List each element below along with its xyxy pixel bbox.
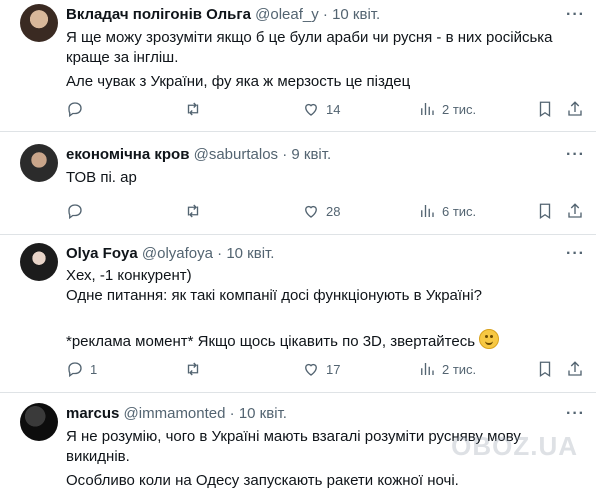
reply-icon <box>68 204 82 220</box>
tweet-line <box>66 306 576 326</box>
share-button[interactable] <box>566 98 584 120</box>
bookmark-button[interactable] <box>536 98 554 120</box>
tweet-line: ТОВ пі. ар <box>66 169 137 186</box>
tweet-line: *реклама момент* Якщо щось цікавить по 3… <box>66 333 476 350</box>
tweet-date[interactable]: 10 квіт. <box>226 245 274 262</box>
views-count: 2 тис. <box>442 361 477 377</box>
like-icon <box>305 205 317 218</box>
tweet-line: Я ще можу зрозуміти якщо б це були араби… <box>66 29 553 46</box>
bookmark-icon <box>539 101 551 118</box>
like-count: 14 <box>326 101 341 117</box>
more-icon[interactable]: ··· <box>566 147 584 163</box>
more-icon[interactable]: ··· <box>566 7 584 23</box>
retweet-icon <box>187 362 199 376</box>
author-name[interactable]: Olya Foya <box>66 245 138 262</box>
views-count: 2 тис. <box>442 101 477 117</box>
retweet-button[interactable] <box>184 358 208 380</box>
like-button[interactable]: 17 <box>302 358 340 380</box>
tweet[interactable]: економічна кров @saburtalos · 9 квіт. ··… <box>0 132 596 232</box>
watermark: OBOZ.UA <box>451 431 578 461</box>
reply-button[interactable]: 1 <box>66 358 97 380</box>
retweet-button[interactable] <box>184 98 208 120</box>
tweet-actions: 14 2 тис. <box>66 98 586 120</box>
like-button[interactable]: 14 <box>302 98 340 120</box>
views-button[interactable]: 6 тис. <box>418 200 476 222</box>
views-icon <box>421 103 434 115</box>
avatar[interactable] <box>20 243 58 281</box>
reply-button[interactable] <box>66 200 90 222</box>
bookmark-button[interactable] <box>536 200 554 222</box>
like-icon <box>305 363 317 376</box>
like-button[interactable]: 28 <box>302 200 340 222</box>
bookmark-icon <box>539 361 551 378</box>
tweet-line: Особливо коли на Одесу запускають ракети… <box>66 472 459 489</box>
bookmark-button[interactable] <box>536 358 554 380</box>
author-handle[interactable]: @oleaf_y <box>255 6 319 23</box>
views-count: 6 тис. <box>442 203 477 219</box>
tweet-line: краще за інгліш. <box>66 49 179 66</box>
views-button[interactable]: 2 тис. <box>418 358 476 380</box>
separator-dot: · <box>217 245 223 262</box>
author-name[interactable]: marcus <box>66 405 119 422</box>
views-icon <box>421 363 434 375</box>
reply-icon <box>68 362 82 378</box>
tweet-line: Одне питання: як такі компанії досі функ… <box>66 287 483 304</box>
share-button[interactable] <box>566 200 584 222</box>
author-name[interactable]: економічна кров <box>66 146 189 163</box>
tweet-line: Хех, -1 конкурент) <box>66 267 192 284</box>
more-icon[interactable]: ··· <box>566 406 584 422</box>
tweet[interactable]: Вкладач полігонів Ольга @oleaf_y · 10 кв… <box>0 0 596 125</box>
tweet-text: Я ще можу зрозуміти якщо б це були араби… <box>66 28 576 92</box>
like-icon <box>305 103 317 116</box>
tweet-date[interactable]: 10 квіт. <box>332 6 380 23</box>
like-count: 17 <box>326 361 341 377</box>
share-button[interactable] <box>566 358 584 380</box>
tweet-actions: 28 6 тис. <box>66 200 586 222</box>
reply-icon <box>68 102 82 118</box>
tweet-line-with-emoji: *реклама момент* Якщо щось цікавить по 3… <box>66 329 576 352</box>
tweet-date[interactable]: 10 квіт. <box>239 405 287 422</box>
reply-button[interactable] <box>66 98 90 120</box>
author-handle[interactable]: @immamonted <box>124 405 226 422</box>
avatar[interactable] <box>20 4 58 42</box>
tweet-actions: 1 17 2 тис. <box>66 358 586 380</box>
retweet-button[interactable] <box>184 200 208 222</box>
tweet-text: ТОВ пі. ар <box>66 168 576 188</box>
more-icon[interactable]: ··· <box>566 246 584 262</box>
tweet-text: Хех, -1 конкурент) Одне питання: як такі… <box>66 266 576 352</box>
reply-count: 1 <box>90 361 98 377</box>
avatar[interactable] <box>20 403 58 441</box>
share-icon <box>568 361 582 376</box>
author-name[interactable]: Вкладач полігонів Ольга <box>66 6 251 23</box>
author-handle[interactable]: @olyafoya <box>142 245 213 262</box>
views-button[interactable]: 2 тис. <box>418 98 476 120</box>
tweet[interactable]: Olya Foya @olyafoya · 10 квіт. ··· Хех, … <box>0 235 596 390</box>
retweet-icon <box>187 204 199 218</box>
separator-dot: · <box>322 6 328 23</box>
retweet-icon <box>187 102 199 116</box>
views-icon <box>421 205 434 217</box>
tweet-date[interactable]: 9 квіт. <box>291 146 331 163</box>
bookmark-icon <box>539 203 551 220</box>
avatar[interactable] <box>20 144 58 182</box>
author-handle[interactable]: @saburtalos <box>194 146 278 163</box>
separator-dot: · <box>229 405 235 422</box>
share-icon <box>568 101 582 116</box>
share-icon <box>568 203 582 218</box>
separator-dot: · <box>282 146 288 163</box>
tweet-line: Але чувак з України, фу яка ж мерзость ц… <box>66 73 411 90</box>
like-count: 28 <box>326 203 341 219</box>
smile-emoji <box>479 329 500 349</box>
